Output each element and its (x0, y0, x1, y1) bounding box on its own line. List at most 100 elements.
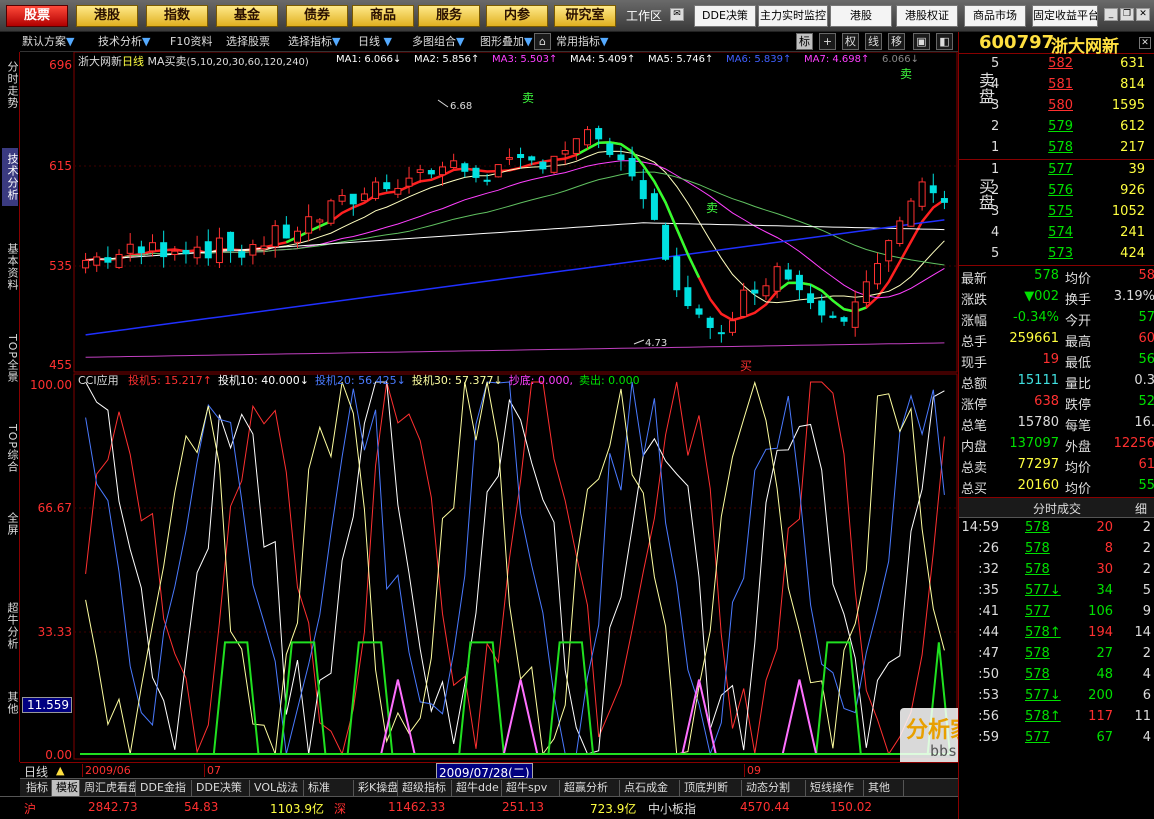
tick-count: 4 (1142, 730, 1151, 745)
menu-dde-button[interactable]: DDE决策 (694, 5, 756, 27)
indicator-tab[interactable]: 顶底判断 (680, 780, 742, 796)
menu-research-button[interactable]: 研究室 (554, 5, 616, 27)
close-icon[interactable]: ✕ (1139, 37, 1151, 49)
sz-change: 251.13 (502, 800, 544, 814)
chart-area[interactable]: 6.68 4.73 卖 卖 卖 买 浙大网新日线 MA买卖(5,10,20,30… (20, 52, 1140, 768)
move-icon[interactable]: 移 (888, 33, 905, 50)
tick-price: 577↓ (1025, 583, 1061, 598)
indicator-tab[interactable]: 短线操作 (806, 780, 864, 796)
indicator-tab[interactable]: 彩K操盘 (354, 780, 398, 796)
crosshair-icon[interactable]: + (819, 33, 836, 50)
tab-super-bull[interactable]: 超牛分析 (2, 598, 19, 654)
zoom-icon[interactable]: ▣ (913, 33, 930, 50)
tab-detail[interactable]: 细 (1135, 500, 1147, 517)
tab-top-composite[interactable]: TOP综合 (2, 418, 19, 480)
volume: 39 (1128, 162, 1145, 177)
low-label: 4.73 (645, 338, 667, 349)
bid-row[interactable]: 1 577 39 (959, 160, 1154, 181)
tick-time: :59 (978, 730, 999, 745)
workspace-dropdown-icon[interactable]: ✉ (670, 8, 684, 21)
ask-row[interactable]: 3 580 1595 (959, 96, 1154, 117)
tab-top-overview[interactable]: TOP全景 (2, 328, 19, 390)
ask-row[interactable]: 5 582 631 (959, 54, 1154, 75)
menu-bond-button[interactable]: 债券 (286, 5, 348, 27)
menu-commodity-market-button[interactable]: 商品市场 (964, 5, 1026, 27)
mark-icon[interactable]: 标 (796, 33, 813, 50)
indicator-tab[interactable]: 周汇虎看盘 (80, 780, 136, 796)
tick-price: 578 (1025, 667, 1050, 682)
stat-label: 均价 (1065, 482, 1092, 497)
tech-analysis-dropdown[interactable]: 技术分析▼ (98, 34, 150, 50)
menu-hk-button[interactable]: 港股 (76, 5, 138, 27)
period-dropdown[interactable]: 日线 ▼ (358, 34, 392, 50)
stat-row: 总手 259661 最高 60 (959, 329, 1154, 350)
restore-icon[interactable]: ❐ (1120, 8, 1134, 21)
tab-technical[interactable]: 技术分析 (2, 148, 19, 206)
candle-body (539, 161, 547, 170)
select-stock-button[interactable]: 选择股票 (226, 34, 270, 50)
tab-fullscreen[interactable]: 全屏 (2, 508, 19, 540)
minimize-icon[interactable]: _ (1104, 8, 1118, 21)
stat-row: 总笔 15780 每笔 16. (959, 413, 1154, 434)
menu-index-button[interactable]: 指数 (146, 5, 208, 27)
multi-chart-dropdown[interactable]: 多图组合▼ (412, 34, 464, 50)
select-indicator-dropdown[interactable]: 选择指标▼ (288, 34, 340, 50)
tab-fundamental[interactable]: 基本资料 (2, 238, 19, 296)
indicator-tab[interactable]: 标准 (304, 780, 354, 796)
menu-hk2-button[interactable]: 港股 (830, 5, 892, 27)
stat-value: 578 (1034, 268, 1059, 283)
indicator-tab[interactable]: 模板 (52, 780, 80, 796)
indicator-tab[interactable]: VOL战法 (250, 780, 304, 796)
menu-fixed-income-button[interactable]: 固定收益平台 (1032, 5, 1098, 27)
f10-button[interactable]: F10资料 (170, 34, 212, 50)
rights-icon[interactable]: 权 (842, 33, 859, 50)
menu-mainforce-button[interactable]: 主力实时监控 (758, 5, 828, 27)
indicator-tab[interactable]: 点石成金 (620, 780, 680, 796)
menu-commodity-button[interactable]: 商品 (352, 5, 414, 27)
menu-fund-button[interactable]: 基金 (216, 5, 278, 27)
indicator-tab[interactable]: 指标 (22, 780, 52, 796)
scheme-dropdown[interactable]: 默认方案▼ (22, 34, 74, 50)
indicator-tab[interactable]: 超牛dde (452, 780, 502, 796)
indicator-tab[interactable]: DDE决策 (192, 780, 250, 796)
indicator-tab[interactable]: 其他 (864, 780, 904, 796)
bid-row[interactable]: 5 573 424 (959, 244, 1154, 265)
indicator-label[interactable]: MA买卖 (148, 55, 187, 68)
bottom-pulse (681, 679, 717, 755)
indicator-tab[interactable]: 动态分割 (742, 780, 806, 796)
indicator-tab[interactable]: 超级指标 (398, 780, 452, 796)
lock-icon[interactable]: ⌂ (534, 33, 551, 50)
candle-body (561, 150, 569, 155)
candle-body (851, 301, 859, 328)
sell-signal: 卖 (522, 91, 534, 105)
tab-intraday[interactable]: 分时走势 (2, 56, 19, 114)
close-icon[interactable]: ✕ (1136, 8, 1150, 21)
ask-row[interactable]: 4 581 814 (959, 75, 1154, 96)
common-indicator-dropdown[interactable]: 常用指标▼ (556, 34, 608, 50)
overlay-dropdown[interactable]: 图形叠加▼ (480, 34, 532, 50)
level: 2 (991, 183, 1000, 198)
level: 4 (991, 225, 1000, 240)
bid-row[interactable]: 4 574 241 (959, 223, 1154, 244)
candle-body (215, 237, 223, 264)
bid-row[interactable]: 3 575 1052 (959, 202, 1154, 223)
menu-service-button[interactable]: 服务 (418, 5, 480, 27)
ask-row[interactable]: 1 578 217 (959, 138, 1154, 159)
cci-name[interactable]: CCI应用 (78, 374, 119, 387)
bid-row[interactable]: 2 576 926 (959, 181, 1154, 202)
tab-ticks[interactable]: 分时成交 (1033, 500, 1081, 517)
menu-hk-warrant-button[interactable]: 港股权证 (896, 5, 958, 27)
workspace-label[interactable]: 工作区 (626, 6, 662, 26)
stat-value: 15111 (1017, 373, 1059, 388)
ticks-list[interactable]: 14:59 578 20 2:26 578 8 2:32 578 30 2:35 577↓ 34 5:4… (959, 518, 1154, 798)
period-arrow-icon[interactable]: ▲ (56, 764, 64, 777)
expand-icon[interactable]: ◧ (936, 33, 953, 50)
tab-other[interactable]: 其他 (2, 688, 19, 718)
ask-row[interactable]: 2 579 612 (959, 117, 1154, 138)
line-icon[interactable]: 线 (865, 33, 882, 50)
indicator-tab[interactable]: 超赢分析 (560, 780, 620, 796)
menu-insider-button[interactable]: 内参 (486, 5, 548, 27)
indicator-tab[interactable]: DDE金指 (136, 780, 192, 796)
menu-stocks-button[interactable]: 股票 (6, 5, 68, 27)
indicator-tab[interactable]: 超牛spv (502, 780, 560, 796)
